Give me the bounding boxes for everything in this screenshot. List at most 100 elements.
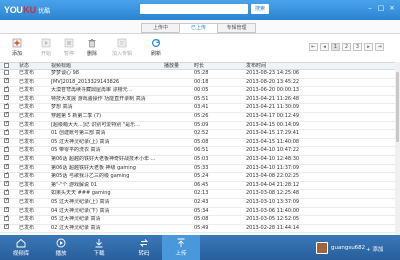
bottom-nav-item-3[interactable]: 转码 <box>125 235 163 260</box>
table-scrollbar[interactable] <box>395 62 400 235</box>
select-all-cell[interactable] <box>0 62 19 69</box>
row-checkbox[interactable] <box>4 145 9 153</box>
refresh-button[interactable]: 刷新 <box>145 38 167 57</box>
row-status: 已发布 <box>19 87 35 94</box>
row-checkbox[interactable] <box>4 69 9 75</box>
row-checkbox[interactable] <box>4 120 9 127</box>
row-checkbox-cell[interactable] <box>0 163 19 173</box>
table-row[interactable]: 已发布 [MV]2018_2013329143826 00:18 2013-08-20… <box>0 77 400 88</box>
table-row[interactable]: 已发布 第05话 弓歌我斗乙三的级 gaming 05:24 2013-04-08 2… <box>0 171 400 182</box>
row-checkbox-cell[interactable] <box>0 154 19 164</box>
table-row[interactable]: 已发布 [超级萌大大...]记 识别可爱特别 "是乐... 05:09 2013-04… <box>0 120 400 131</box>
row-checkbox[interactable] <box>4 154 9 162</box>
row-checkbox-cell[interactable] <box>0 137 19 147</box>
row-checkbox[interactable] <box>4 188 9 196</box>
tab-1[interactable]: 已上传 <box>179 23 218 33</box>
add-button[interactable]: 添加 <box>6 38 28 57</box>
table-row[interactable]: 已发布 穿越第 5 新第二季 (7) 05:26 2013-04-17 00:12:4… <box>0 111 400 122</box>
page-2-button[interactable]: 2 <box>342 43 351 51</box>
close-icon[interactable]: × <box>388 4 396 12</box>
table-row[interactable]: 已发布 05 过大神灵纪录(上) 高清 02:43 2013-03-10 13:37:… <box>0 197 400 208</box>
table-row[interactable]: 已发布 05 过大神灵纪录 高清 05:08 2013-03-05 12:52:05 <box>0 214 400 225</box>
header-status[interactable]: 状态 <box>19 63 51 69</box>
table-row[interactable]: 已发布 特技大发展 游戏骚操作 功能直开录制 高清 05:51 2013-04-21 … <box>0 94 400 105</box>
bottom-nav-item-4[interactable]: 上传 <box>162 235 200 260</box>
row-checkbox-cell[interactable] <box>0 102 19 112</box>
table-row[interactable]: 已发布 第"-"个 游戏解说 01 06:45 2013-04-04 21:28:12 <box>0 180 400 191</box>
first-page-button[interactable]: ⇤ <box>309 43 318 51</box>
row-play-count <box>164 156 194 164</box>
scrollbar-thumb[interactable] <box>396 72 399 142</box>
header-count[interactable]: 播放量 <box>164 63 194 69</box>
table-row[interactable]: 已发布 02 过大神灵纪录 高清 05:49 2013-02-28 11:44:14 <box>0 223 400 234</box>
row-checkbox-cell[interactable] <box>0 171 19 181</box>
row-checkbox[interactable] <box>4 128 9 136</box>
avatar[interactable] <box>316 242 328 254</box>
row-checkbox-cell[interactable] <box>0 85 19 95</box>
row-checkbox[interactable] <box>4 94 9 102</box>
table-row[interactable]: 已发布 01 创建账号第三部 高清 02:52 2013-04-15 17:29:41 <box>0 128 400 139</box>
start-button[interactable]: 开始 <box>35 38 57 57</box>
table-row[interactable]: 已发布 05 过大神灵纪录(上) 高清 05:08 2013-04-15 11:40:… <box>0 137 400 148</box>
header-name[interactable]: 视频标题 <box>51 63 164 69</box>
row-checkbox[interactable] <box>4 214 9 222</box>
row-checkbox[interactable] <box>4 102 9 110</box>
row-checkbox[interactable] <box>4 223 9 230</box>
row-checkbox-cell[interactable] <box>0 223 19 233</box>
table-row[interactable]: 已发布 第06话 超越铁好大老板 神级 gaming 05:33 2013-04-10… <box>0 163 400 174</box>
select-all-checkbox[interactable] <box>4 62 9 68</box>
table-row[interactable]: 已发布 04 过大神灵纪录(下) 高清 05:34 2013-03-06 11:40:… <box>0 206 400 217</box>
table-row[interactable]: 已发布 梦梦谈心 98 05:28 2013-08-23 14:25:06 <box>0 69 400 79</box>
row-checkbox-cell[interactable] <box>0 128 19 138</box>
row-checkbox-cell[interactable] <box>0 206 19 216</box>
row-checkbox-cell[interactable] <box>0 111 19 121</box>
search-input[interactable] <box>140 4 248 14</box>
row-checkbox[interactable] <box>4 206 9 213</box>
row-checkbox[interactable] <box>4 85 9 93</box>
add-follow-button[interactable]: + 添加 <box>366 245 383 253</box>
table-row[interactable]: 已发布 梦想 高清 03:41 2013-04-21 11:30:09 <box>0 102 400 113</box>
row-checkbox[interactable] <box>4 77 9 84</box>
table-row[interactable]: 已发布 05 带零平的洗衣 高清 06:51 2013-04-10 10:47:22 <box>0 145 400 156</box>
tab-0[interactable]: 上传中 <box>141 23 180 33</box>
tab-2[interactable]: 专辑管理 <box>217 23 256 33</box>
bottom-nav-item-1[interactable]: 播放 <box>42 235 80 260</box>
page-1-button[interactable]: 1 <box>331 43 340 51</box>
row-checkbox[interactable] <box>4 111 9 119</box>
table-row[interactable]: 已发布 第06话 超越的铁好大老板神奇好战技术小年 ... 05:03 2013-04… <box>0 154 400 165</box>
pause-button[interactable]: 暂停 <box>58 38 80 57</box>
prev-page-button[interactable]: ◂ <box>320 43 329 51</box>
delete-button[interactable]: 删除 <box>81 38 103 57</box>
bottom-nav-item-2[interactable]: 下载 <box>80 235 118 260</box>
row-checkbox-cell[interactable] <box>0 145 19 155</box>
header-time[interactable]: 发布时间 <box>246 63 386 69</box>
add-playlist-button[interactable]: 加入专辑 <box>107 38 137 57</box>
next-page-button[interactable]: ▸ <box>364 43 373 51</box>
minimize-icon[interactable]: – <box>366 4 374 12</box>
search-button[interactable]: 搜索 <box>251 4 269 14</box>
row-checkbox-cell[interactable] <box>0 180 19 190</box>
page-3-button[interactable]: 3 <box>353 43 362 51</box>
row-checkbox-cell[interactable] <box>0 120 19 130</box>
row-checkbox[interactable] <box>4 137 9 145</box>
header-duration[interactable]: 时长 <box>194 63 246 69</box>
user-name[interactable]: guangsu682 <box>331 245 365 251</box>
table-row[interactable]: 已发布 大漠苍穹再续寻藏鼎屋再审 漂槽元 .. 00:05 2013-06-20 00… <box>0 85 400 96</box>
bottom-nav-item-0[interactable]: 视频库 <box>2 235 40 260</box>
row-checkbox-cell[interactable] <box>0 77 19 87</box>
last-page-button[interactable]: ⇥ <box>375 43 384 51</box>
user-info[interactable]: guangsu682 <box>316 242 365 254</box>
row-checkbox-cell[interactable] <box>0 94 19 104</box>
row-checkbox-cell[interactable] <box>0 188 19 198</box>
row-checkbox-cell[interactable] <box>0 197 19 207</box>
row-title: 04 过大神灵纪录(下) 高清 <box>51 207 110 214</box>
row-checkbox-cell[interactable] <box>0 69 19 78</box>
table-row[interactable]: 已发布 如果头天天 ### gaming 02:13 2013-03-08 12:25… <box>0 188 400 199</box>
row-checkbox[interactable] <box>4 171 9 179</box>
row-checkbox[interactable] <box>4 163 9 170</box>
row-checkbox-cell[interactable] <box>0 214 19 224</box>
start-label: 开始 <box>40 51 51 57</box>
row-checkbox[interactable] <box>4 197 9 205</box>
maximize-icon[interactable]: □ <box>377 4 385 12</box>
row-checkbox[interactable] <box>4 180 9 188</box>
